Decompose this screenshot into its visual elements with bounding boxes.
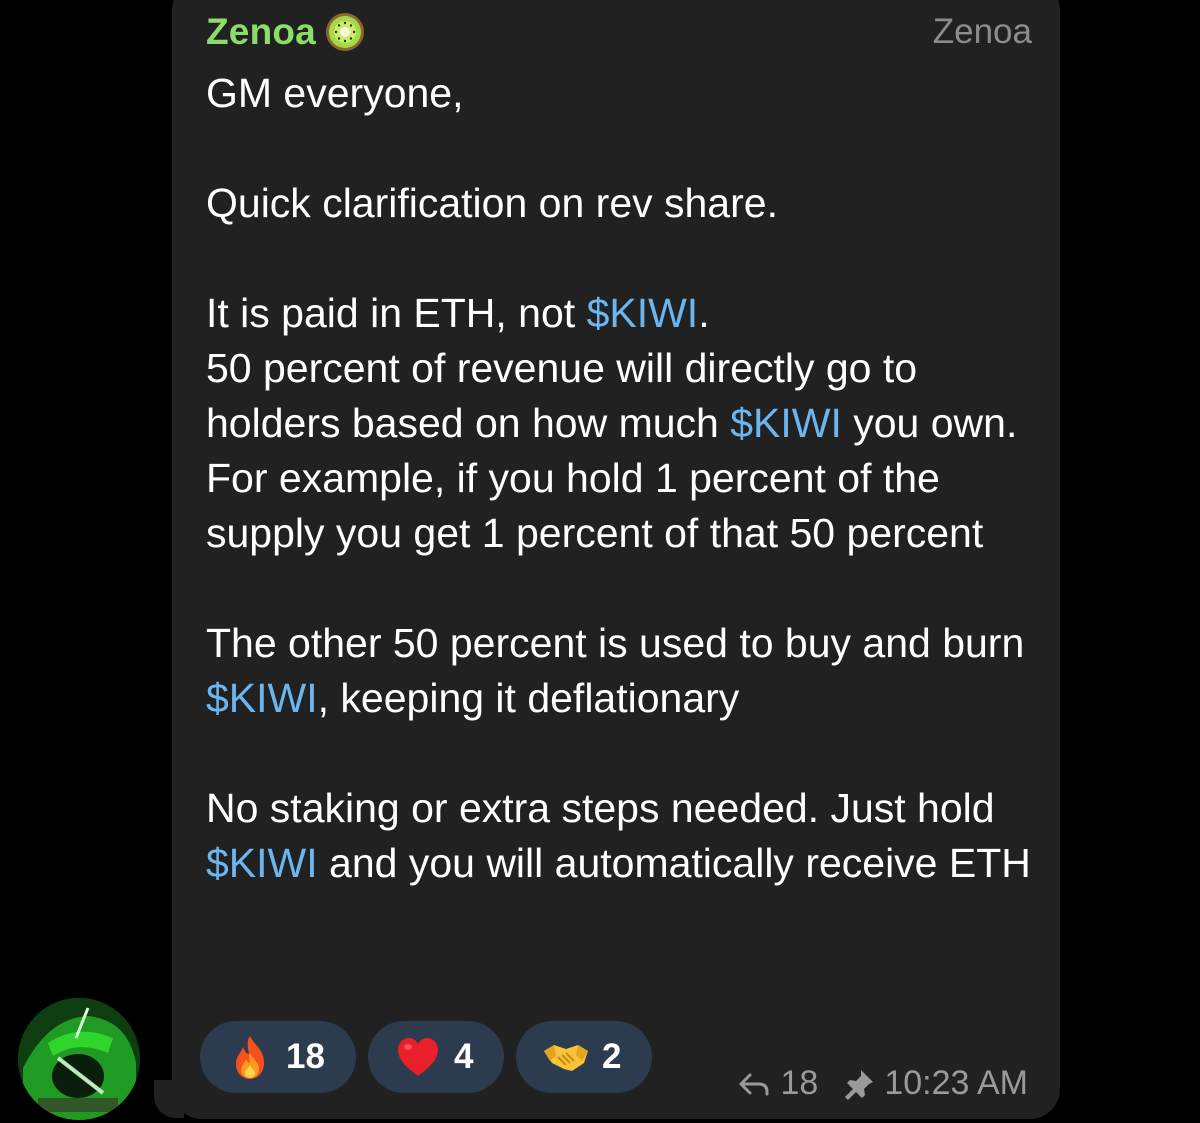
sender-name[interactable]: Zenoa: [206, 11, 316, 53]
admin-title: Zenoa: [932, 12, 1032, 51]
text-span: and you will automatically receive ETH: [317, 840, 1031, 886]
reaction-count: 2: [602, 1037, 622, 1076]
message-paragraph: It is paid in ETH, not $KIWI.: [206, 286, 1036, 341]
ticker-link[interactable]: $KIWI: [587, 290, 699, 336]
reaction-count: 4: [454, 1037, 474, 1076]
message-time: 10:23 AM: [884, 1064, 1028, 1102]
ticker-link[interactable]: $KIWI: [206, 840, 318, 886]
text-span: It is paid in ETH, not: [206, 290, 587, 336]
ticker-link[interactable]: $KIWI: [730, 400, 842, 446]
reaction-fire[interactable]: 18: [200, 1021, 356, 1093]
text-span: .: [698, 290, 710, 336]
handshake-emoji-icon: [542, 1033, 590, 1081]
ticker-link[interactable]: $KIWI: [206, 675, 318, 721]
message-meta: 18 10:23 AM: [737, 1064, 1028, 1103]
heart-emoji-icon: [394, 1033, 442, 1081]
fire-emoji-icon: [226, 1033, 274, 1081]
reaction-bar: 18 4 2: [200, 1021, 652, 1093]
message-line: Quick clarification on rev share.: [206, 180, 778, 226]
text-span: , keeping it deflationary: [317, 675, 740, 721]
reaction-heart[interactable]: 4: [368, 1021, 504, 1093]
sender-avatar[interactable]: [18, 998, 140, 1120]
message-paragraph: No staking or extra steps needed. Just h…: [206, 781, 1036, 891]
reply-count: 18: [780, 1064, 819, 1102]
reaction-count: 18: [286, 1037, 325, 1076]
text-span: The other 50 percent is used to buy and …: [206, 620, 1025, 666]
chat-view: Zenoa Zenoa GM everyone, Quick clarifica…: [0, 0, 1200, 1123]
sender-header: Zenoa: [206, 8, 366, 56]
message-paragraph: The other 50 percent is used to buy and …: [206, 616, 1036, 726]
message-text: GM everyone, Quick clarification on rev …: [206, 66, 1036, 891]
avatar-image: [18, 998, 140, 1120]
reaction-handshake[interactable]: 2: [516, 1021, 652, 1093]
reply-arrow-icon[interactable]: [737, 1067, 771, 1101]
message-paragraph: 50 percent of revenue will directly go t…: [206, 341, 1036, 561]
pin-icon: [842, 1067, 876, 1101]
message-greeting: GM everyone,: [206, 70, 464, 116]
text-span: No staking or extra steps needed. Just h…: [206, 785, 995, 831]
kiwi-icon: [324, 11, 366, 53]
